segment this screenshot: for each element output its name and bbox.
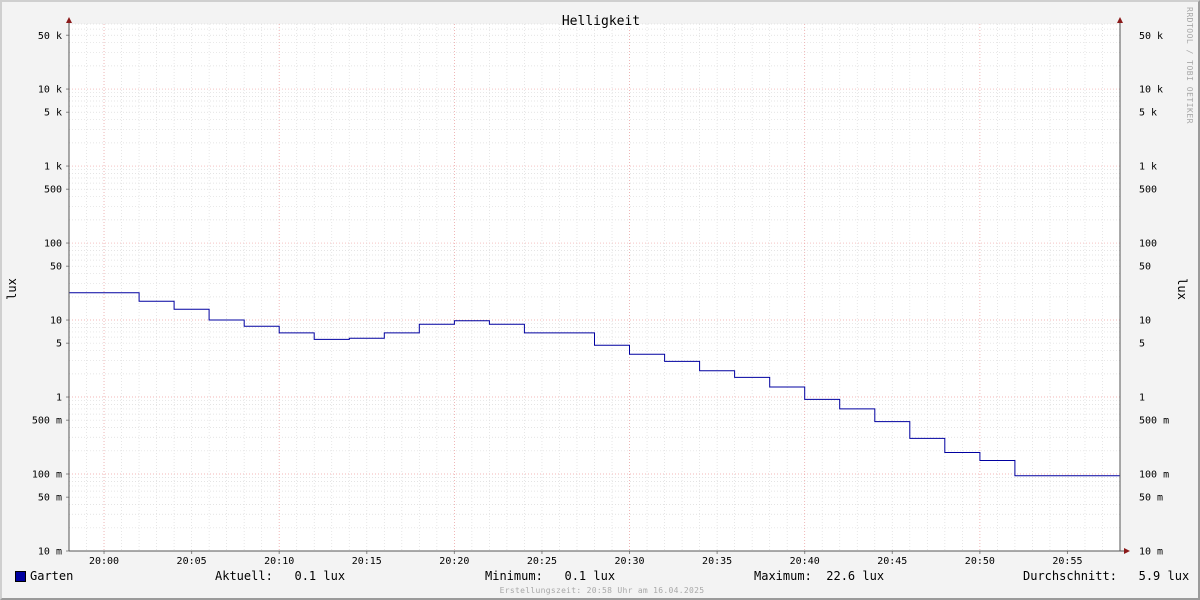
y-tick-label-left: 1 bbox=[56, 393, 62, 404]
x-tick-label: 20:40 bbox=[790, 556, 820, 567]
x-tick-label: 20:20 bbox=[439, 556, 469, 567]
y-axis-arrow-left bbox=[66, 17, 72, 23]
y-tick-label-left: 500 m bbox=[32, 416, 62, 427]
y-tick-label-right: 100 bbox=[1139, 239, 1157, 250]
x-tick-label: 20:00 bbox=[89, 556, 119, 567]
y-tick-label-left: 1 k bbox=[44, 162, 62, 173]
y-tick-label-left: 50 m bbox=[38, 493, 62, 504]
x-tick-label: 20:25 bbox=[527, 556, 557, 567]
y-tick-label-right: 5 bbox=[1139, 339, 1145, 350]
y-tick-label-right: 10 k bbox=[1139, 85, 1163, 96]
y-tick-label-right: 50 bbox=[1139, 262, 1151, 273]
y-tick-label-left: 500 bbox=[44, 185, 62, 196]
y-tick-label-left: 100 bbox=[44, 239, 62, 250]
chart-title: Helligkeit bbox=[562, 14, 640, 29]
x-tick-label: 20:10 bbox=[264, 556, 294, 567]
legend-series-name: Garten bbox=[30, 569, 74, 583]
legend-minimum: Minimum: 0.1 lux bbox=[485, 569, 616, 583]
x-tick-label: 20:15 bbox=[352, 556, 382, 567]
y-tick-label-right: 500 bbox=[1139, 185, 1157, 196]
y-tick-label-left: 50 k bbox=[38, 31, 62, 42]
y-tick-label-right: 10 m bbox=[1139, 547, 1163, 558]
creation-time-note: Erstellungszeit: 20:58 Uhr am 16.04.2025 bbox=[499, 586, 705, 595]
y-tick-label-right: 10 bbox=[1139, 316, 1151, 327]
x-axis-arrow bbox=[1124, 548, 1130, 554]
y-axis-label-left: lux bbox=[5, 278, 19, 300]
legend-current: Aktuell: 0.1 lux bbox=[215, 569, 346, 583]
x-tick-label: 20:30 bbox=[614, 556, 644, 567]
y-tick-label-right: 50 k bbox=[1139, 31, 1163, 42]
y-axis-label-right: lux bbox=[1175, 278, 1189, 300]
legend-swatch-garten bbox=[15, 571, 26, 582]
y-tick-label-left: 10 m bbox=[38, 547, 62, 558]
y-tick-label-right: 50 m bbox=[1139, 493, 1163, 504]
rrdtool-watermark: RRDTOOL / TOBI OETIKER bbox=[1185, 7, 1194, 124]
chart-frame: 10 m 10 m 50 m 50 m 100 m 100 m 500 m 500 m 1 1 5 5… bbox=[0, 0, 1200, 600]
y-tick-label-right: 1 k bbox=[1139, 162, 1157, 173]
legend-maximum: Maximum: 22.6 lux bbox=[754, 569, 885, 583]
x-tick-label: 20:45 bbox=[877, 556, 907, 567]
legend-average: Durchschnitt: 5.9 lux bbox=[1023, 569, 1190, 583]
x-tick-label: 20:05 bbox=[177, 556, 207, 567]
y-tick-label-left: 100 m bbox=[32, 470, 62, 481]
y-tick-label-right: 5 k bbox=[1139, 108, 1157, 119]
y-tick-label-left: 10 k bbox=[38, 85, 62, 96]
y-tick-label-left: 10 bbox=[50, 316, 62, 327]
y-tick-label-right: 100 m bbox=[1139, 470, 1169, 481]
y-axis-arrow-right bbox=[1117, 17, 1123, 23]
y-tick-label-left: 5 bbox=[56, 339, 62, 350]
x-tick-label: 20:35 bbox=[702, 556, 732, 567]
x-tick-label: 20:50 bbox=[965, 556, 995, 567]
y-tick-label-left: 5 k bbox=[44, 108, 62, 119]
y-tick-label-left: 50 bbox=[50, 262, 62, 273]
y-tick-label-right: 500 m bbox=[1139, 416, 1169, 427]
y-tick-label-right: 1 bbox=[1139, 393, 1145, 404]
brightness-chart: 10 m 10 m 50 m 50 m 100 m 100 m 500 m 500 m 1 1 5 5… bbox=[5, 7, 1194, 567]
x-tick-label: 20:55 bbox=[1052, 556, 1082, 567]
